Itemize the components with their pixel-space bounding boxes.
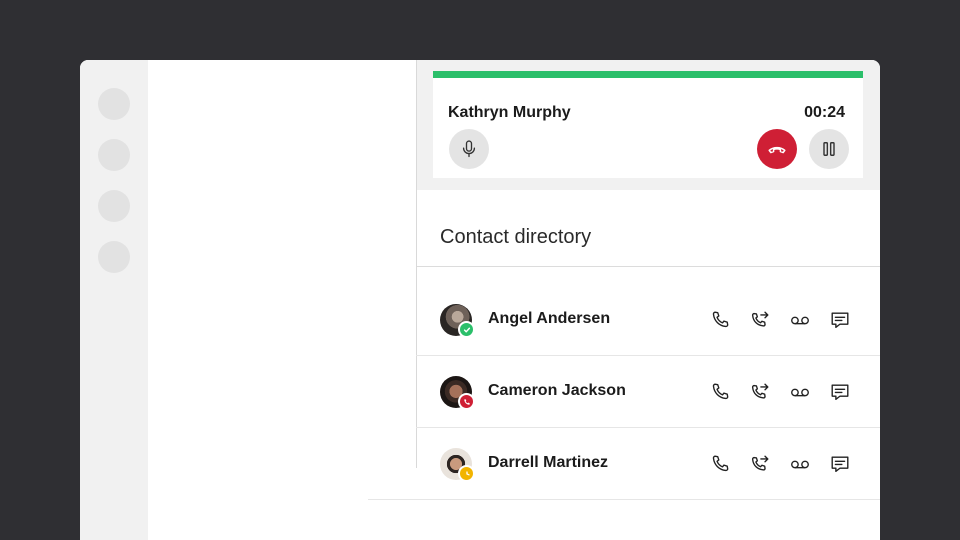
hang-up-button[interactable] <box>757 129 797 169</box>
transfer-call-button[interactable] <box>748 380 772 404</box>
voicemail-icon <box>791 388 809 397</box>
caller-name: Kathryn Murphy <box>448 104 571 121</box>
voicemail-button[interactable] <box>788 308 812 332</box>
voicemail-icon <box>791 460 809 469</box>
call-button[interactable] <box>708 380 732 404</box>
contact-name: Cameron Jackson <box>488 382 626 399</box>
status-busy-badge <box>458 393 475 410</box>
microphone-icon <box>462 140 476 158</box>
sidebar-nav-item[interactable] <box>98 88 130 120</box>
content-area <box>368 500 416 540</box>
phone-icon <box>712 383 729 400</box>
active-call-area: Kathryn Murphy 00:24 <box>417 60 880 190</box>
call-forward-icon <box>751 383 769 399</box>
sidebar-rail <box>80 60 148 540</box>
contact-name: Darrell Martinez <box>488 454 609 471</box>
call-button[interactable] <box>708 452 732 476</box>
status-away-badge <box>458 465 475 482</box>
status-available-badge <box>458 321 475 338</box>
sidebar-nav-item[interactable] <box>98 190 130 222</box>
contact-row[interactable]: Cameron Jackson <box>416 356 880 428</box>
message-button[interactable] <box>828 308 852 332</box>
sidebar-nav-item[interactable] <box>98 139 130 171</box>
phone-icon <box>712 311 729 328</box>
contact-name: Angel Andersen <box>488 310 611 327</box>
active-call-card: Kathryn Murphy 00:24 <box>433 71 863 178</box>
hang-up-icon <box>768 146 786 154</box>
contact-row[interactable]: Angel Andersen <box>416 284 880 356</box>
voicemail-icon <box>791 316 809 325</box>
phone-icon <box>712 455 729 472</box>
clock-icon <box>465 470 470 475</box>
mute-button[interactable] <box>449 129 489 169</box>
pause-icon <box>823 142 835 156</box>
hold-button[interactable] <box>809 129 849 169</box>
chat-icon <box>831 384 849 401</box>
call-forward-icon <box>751 455 769 471</box>
phone-panel: Kathryn Murphy 00:24 Contact directory A… <box>368 60 880 540</box>
call-button[interactable] <box>708 308 732 332</box>
call-progress-bar <box>433 71 863 78</box>
app-window: Kathryn Murphy 00:24 Contact directory A… <box>80 60 880 540</box>
sidebar-nav-item[interactable] <box>98 241 130 273</box>
directory-divider <box>417 266 880 267</box>
check-icon <box>463 327 470 332</box>
voicemail-button[interactable] <box>788 380 812 404</box>
transfer-call-button[interactable] <box>748 308 772 332</box>
directory-title: Contact directory <box>440 226 592 248</box>
call-timer: 00:24 <box>804 104 845 121</box>
chat-icon <box>831 456 849 473</box>
call-forward-icon <box>751 311 769 327</box>
phone-icon <box>463 398 470 405</box>
row-divider <box>368 499 880 500</box>
transfer-call-button[interactable] <box>748 452 772 476</box>
chat-icon <box>831 312 849 329</box>
message-button[interactable] <box>828 380 852 404</box>
voicemail-button[interactable] <box>788 452 812 476</box>
message-button[interactable] <box>828 452 852 476</box>
contact-row[interactable]: Darrell Martinez <box>416 428 880 500</box>
